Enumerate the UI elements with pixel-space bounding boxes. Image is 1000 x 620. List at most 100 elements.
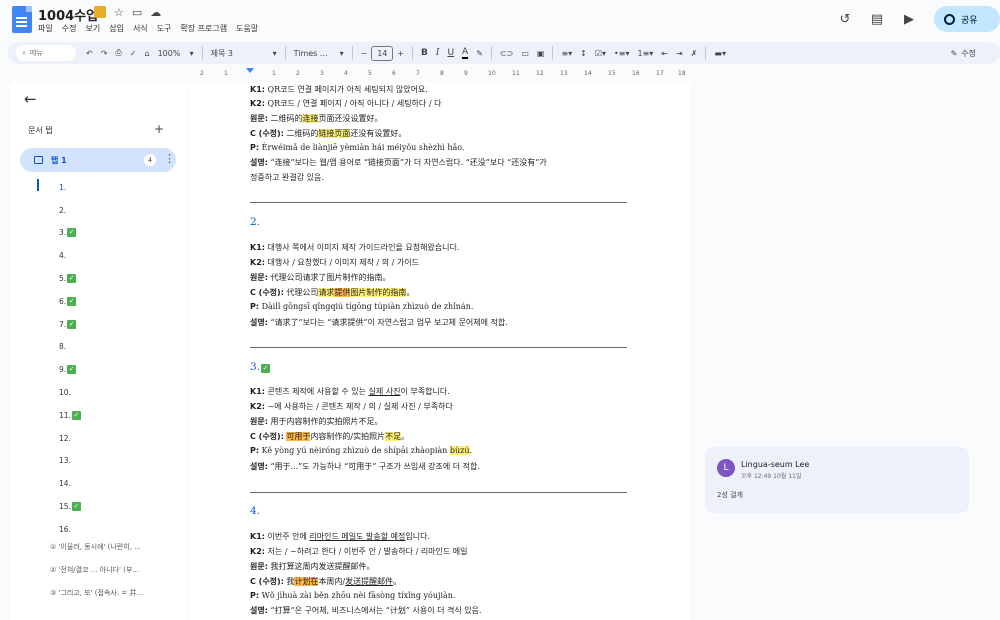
outline-subitem[interactable]: ① '이울러, 동시에' (나란히, ...: [50, 542, 141, 552]
correction-label: C (수정):: [250, 129, 284, 138]
document-page[interactable]: K1: QR코드 연결 페이지가 아직 세팅되지 않았어요. K2: QR코드 …: [190, 82, 690, 620]
outline-item[interactable]: 14.: [59, 472, 81, 495]
spellcheck-icon[interactable]: ✓: [126, 44, 141, 62]
underline-button[interactable]: U: [443, 44, 458, 62]
outline-item[interactable]: 11. ✓: [59, 404, 81, 427]
outline-item[interactable]: 5. ✓: [59, 267, 81, 290]
outline-item[interactable]: 4.: [59, 244, 81, 267]
correction-line: C (수정): 代理公司请求提供图片制作的指南。: [250, 287, 414, 298]
outline-item[interactable]: 3. ✓: [59, 222, 81, 245]
pinyin-label: P:: [250, 302, 260, 311]
horizontal-ruler[interactable]: 2 1 1 2 3 4 5 6 7 8 9 10 11 12 13 14 15 …: [190, 68, 690, 80]
menu-insert[interactable]: 삽입: [109, 23, 124, 34]
bulleted-list-icon[interactable]: •≡▾: [610, 44, 633, 62]
outline-item[interactable]: 1.: [59, 176, 81, 199]
docs-logo-icon[interactable]: [12, 6, 32, 33]
menu-extensions[interactable]: 확장 프로그램: [180, 23, 227, 34]
check-mark-icon: ✓: [261, 364, 271, 373]
clear-formatting-icon[interactable]: ✗: [687, 44, 702, 62]
editing-mode-dropdown[interactable]: ✎ 수정: [951, 48, 976, 59]
undo-icon[interactable]: ↶: [82, 44, 97, 62]
checklist-icon[interactable]: ☑▾: [591, 44, 610, 62]
outline-item[interactable]: 6. ✓: [59, 290, 81, 313]
zoom-dropdown[interactable]: 100% ▾: [154, 44, 198, 62]
explanation-text: “请求了”보다는 “请求提供”이 자연스럽고 업무 보고체 문어체에 적합.: [267, 318, 508, 327]
tab-item-1[interactable]: 탭 1 4 ⋮: [20, 148, 176, 172]
outline-item[interactable]: 2.: [59, 199, 81, 222]
add-comment-icon[interactable]: ▭: [517, 44, 533, 62]
highlight-icon[interactable]: ✎: [472, 44, 487, 62]
outline-subitem[interactable]: ③ '그리고, 또' (접속사: = 并...: [50, 588, 143, 598]
document-title[interactable]: 1004수업: [38, 5, 98, 24]
print-icon[interactable]: ⎙: [111, 44, 125, 62]
outline-item[interactable]: 12.: [59, 427, 81, 450]
italic-button[interactable]: I: [432, 44, 444, 62]
menu-format[interactable]: 서식: [133, 23, 148, 34]
more-options-icon[interactable]: ⋮: [164, 152, 175, 165]
label-icon[interactable]: [94, 6, 106, 18]
explanation-text: “用于...”도 가능하나 “可用于” 구조가 쓰임새 강조에 더 적합.: [267, 462, 480, 471]
link-icon[interactable]: ⊂⊃: [496, 44, 517, 62]
move-folder-icon[interactable]: ▭: [132, 6, 142, 19]
menu-help[interactable]: 도움말: [236, 23, 258, 34]
font-size-input[interactable]: 14: [371, 45, 394, 61]
tab-name: 탭 1: [51, 155, 67, 165]
pinyin-line: P: Dàilǐ gōngsī qǐngqiú tígōng túpiàn zh…: [250, 302, 473, 311]
align-icon[interactable]: ≡▾: [557, 44, 576, 62]
input-tools-icon[interactable]: ▬▾: [710, 44, 730, 62]
share-button[interactable]: 공유: [934, 6, 1000, 32]
outline-item[interactable]: 16.: [59, 518, 81, 541]
comments-icon[interactable]: ▤: [864, 6, 890, 32]
back-arrow-icon[interactable]: ←: [24, 90, 37, 108]
style-value: 제목 3: [210, 48, 233, 58]
original-text: 二维码的: [267, 114, 303, 123]
redo-icon[interactable]: ↷: [97, 44, 112, 62]
outline-item[interactable]: 15. ✓: [59, 495, 81, 518]
outline-subitem[interactable]: ② '전혀/결코 ... 아니다' (부...: [50, 565, 139, 575]
pinyin-label: P:: [250, 446, 260, 455]
cloud-status-icon[interactable]: ☁: [150, 6, 161, 19]
font-dropdown[interactable]: Times ... ▾: [290, 44, 348, 62]
decrease-font-size-button[interactable]: −: [357, 44, 372, 62]
explanation-line: 정중하고 완결감 있음.: [250, 173, 324, 182]
comment-card[interactable]: L Lingua-seum Lee 오후 12:49 10월 11일 2성 걸게: [705, 447, 969, 513]
increase-indent-icon[interactable]: ⇥: [672, 44, 687, 62]
star-icon[interactable]: ☆: [114, 6, 124, 19]
chevron-down-icon: ▾: [272, 48, 277, 58]
paint-format-icon[interactable]: ⌂: [141, 44, 154, 62]
indent-marker[interactable]: [246, 68, 254, 73]
underlined-text: 리마인드 메일도 발송할 예정: [309, 532, 406, 541]
explanation-label: 설명:: [250, 318, 268, 327]
outline-item[interactable]: 9. ✓: [59, 358, 81, 381]
correction-line: C (수정): 我计划在本周内/发送提醒邮件。: [250, 576, 401, 587]
menu-tools[interactable]: 도구: [157, 23, 172, 34]
k2-label: K2:: [250, 547, 265, 556]
history-icon[interactable]: ↺: [832, 6, 858, 32]
meet-icon[interactable]: ▶: [896, 6, 922, 32]
outline-item[interactable]: 7. ✓: [59, 313, 81, 336]
insert-image-icon[interactable]: ▣: [533, 44, 549, 62]
text-color-button[interactable]: A: [458, 44, 472, 62]
increase-font-size-button[interactable]: +: [393, 44, 408, 62]
menu-edit[interactable]: 수정: [62, 23, 77, 34]
add-tab-icon[interactable]: +: [154, 122, 164, 136]
numbered-list-icon[interactable]: 1≡▾: [633, 44, 657, 62]
bold-button[interactable]: B: [417, 44, 432, 62]
correction-text: 内容制作的/实拍照片: [310, 432, 386, 441]
pinyin-text: Èrwéimǎ de liànjiē yèmiàn hái méiyǒu shè…: [259, 143, 465, 152]
style-dropdown[interactable]: 제목 3 ▾: [207, 44, 281, 62]
line-spacing-icon[interactable]: ↕: [576, 44, 591, 62]
k1-line: K1: 대행사 쪽에서 이미지 제작 가이드라인을 요청해왔습니다.: [250, 242, 459, 253]
k1-text: 콘텐츠 제작에 사용할 수 있는: [264, 387, 369, 396]
outline-item[interactable]: 13.: [59, 450, 81, 473]
k1-text: 입니다.: [405, 532, 430, 541]
search-icon: ⌕: [22, 48, 26, 57]
outline-item[interactable]: 10.: [59, 381, 81, 404]
decrease-indent-icon[interactable]: ⇤: [657, 44, 672, 62]
menu-file[interactable]: 파일: [38, 23, 53, 34]
outline-item[interactable]: 8.: [59, 336, 81, 359]
menu-view[interactable]: 보기: [85, 23, 100, 34]
ruler-tick: 11: [512, 70, 520, 77]
k2-line: K2: ~에 사용하는 / 콘텐츠 제작 / 의 / 실제 사진 / 부족하다: [250, 401, 453, 412]
menu-search[interactable]: ⌕ 메뉴: [16, 45, 76, 61]
